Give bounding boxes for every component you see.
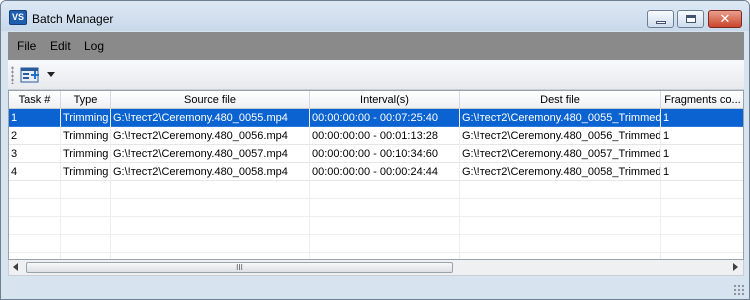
menu-edit[interactable]: Edit (50, 39, 71, 53)
cell-type: Trimming (61, 127, 111, 145)
app-icon[interactable]: VS (9, 10, 27, 25)
cell-interval: 00:00:00:00 - 00:00:24:44 (310, 163, 460, 181)
task-table: Task # Type Source file Interval(s) Dest… (8, 90, 744, 260)
title-bar[interactable]: VS Batch Manager ✕ (1, 1, 749, 31)
menu-log[interactable]: Log (84, 39, 104, 53)
empty-grid-line (9, 199, 743, 217)
column-header-interval[interactable]: Interval(s) (310, 91, 460, 109)
column-header-dest[interactable]: Dest file (460, 91, 661, 109)
cell-type: Trimming (61, 163, 111, 181)
cell-task: 1 (9, 109, 61, 127)
empty-grid-line (9, 181, 743, 199)
status-bar (1, 278, 749, 299)
add-task-button[interactable] (20, 66, 42, 84)
cell-fragments: 1 (661, 145, 743, 163)
column-divider (459, 109, 460, 259)
table-header: Task # Type Source file Interval(s) Dest… (9, 91, 743, 109)
maximize-icon (686, 15, 696, 23)
column-header-type[interactable]: Type (61, 91, 111, 109)
cell-dest: G:\!тест2\Ceremony.480_0055_Trimmed (460, 109, 661, 127)
cell-fragments: 1 (661, 127, 743, 145)
toolbar-grip[interactable] (11, 66, 14, 84)
cell-source: G:\!тест2\Ceremony.480_0055.mp4 (111, 109, 310, 127)
cell-source: G:\!тест2\Ceremony.480_0058.mp4 (111, 163, 310, 181)
close-icon: ✕ (719, 11, 731, 26)
column-divider (660, 109, 661, 259)
empty-grid-line (9, 217, 743, 235)
column-header-fragments[interactable]: Fragments co... (661, 91, 743, 109)
cell-task: 3 (9, 145, 61, 163)
cell-dest: G:\!тест2\Ceremony.480_0058_Trimmed (460, 163, 661, 181)
cell-interval: 00:00:00:00 - 00:01:13:28 (310, 127, 460, 145)
column-header-task[interactable]: Task # (9, 91, 61, 109)
minimize-icon (656, 21, 666, 24)
empty-grid-line (9, 235, 743, 253)
column-divider (60, 109, 61, 259)
column-divider (110, 109, 111, 259)
menu-bar: File Edit Log (8, 32, 744, 60)
cell-task: 4 (9, 163, 61, 181)
cell-dest: G:\!тест2\Ceremony.480_0056_Trimmed (460, 127, 661, 145)
cell-task: 2 (9, 127, 61, 145)
minimize-button[interactable] (647, 10, 674, 28)
cell-interval: 00:00:00:00 - 00:10:34:60 (310, 145, 460, 163)
column-header-source[interactable]: Source file (111, 91, 310, 109)
scrollbar-thumb[interactable]: III (26, 262, 453, 273)
scroll-left-icon[interactable] (13, 263, 18, 271)
table-row[interactable]: 4 Trimming G:\!тест2\Ceremony.480_0058.m… (9, 163, 743, 181)
table-row[interactable]: 2 Trimming G:\!тест2\Ceremony.480_0056.m… (9, 127, 743, 145)
window-title: Batch Manager (32, 12, 114, 26)
column-divider (309, 109, 310, 259)
chevron-down-icon[interactable] (47, 72, 55, 77)
cell-type: Trimming (61, 145, 111, 163)
cell-source: G:\!тест2\Ceremony.480_0056.mp4 (111, 127, 310, 145)
cell-source: G:\!тест2\Ceremony.480_0057.mp4 (111, 145, 310, 163)
cell-fragments: 1 (661, 163, 743, 181)
cell-type: Trimming (61, 109, 111, 127)
resize-grip-icon[interactable] (733, 284, 745, 296)
maximize-button[interactable] (677, 10, 704, 28)
cell-dest: G:\!тест2\Ceremony.480_0057_Trimmed (460, 145, 661, 163)
horizontal-scrollbar[interactable]: III (8, 260, 744, 276)
menu-file[interactable]: File (17, 39, 36, 53)
batch-manager-window: VS Batch Manager ✕ File Edit Log Task # … (0, 0, 750, 300)
table-row[interactable]: 3 Trimming G:\!тест2\Ceremony.480_0057.m… (9, 145, 743, 163)
close-button[interactable]: ✕ (708, 10, 742, 28)
scroll-right-icon[interactable] (733, 263, 738, 271)
cell-interval: 00:00:00:00 - 00:07:25:40 (310, 109, 460, 127)
table-row[interactable]: 1 Trimming G:\!тест2\Ceremony.480_0055.m… (9, 109, 743, 127)
cell-fragments: 1 (661, 109, 743, 127)
toolbar (8, 60, 744, 90)
add-task-icon (20, 67, 39, 83)
